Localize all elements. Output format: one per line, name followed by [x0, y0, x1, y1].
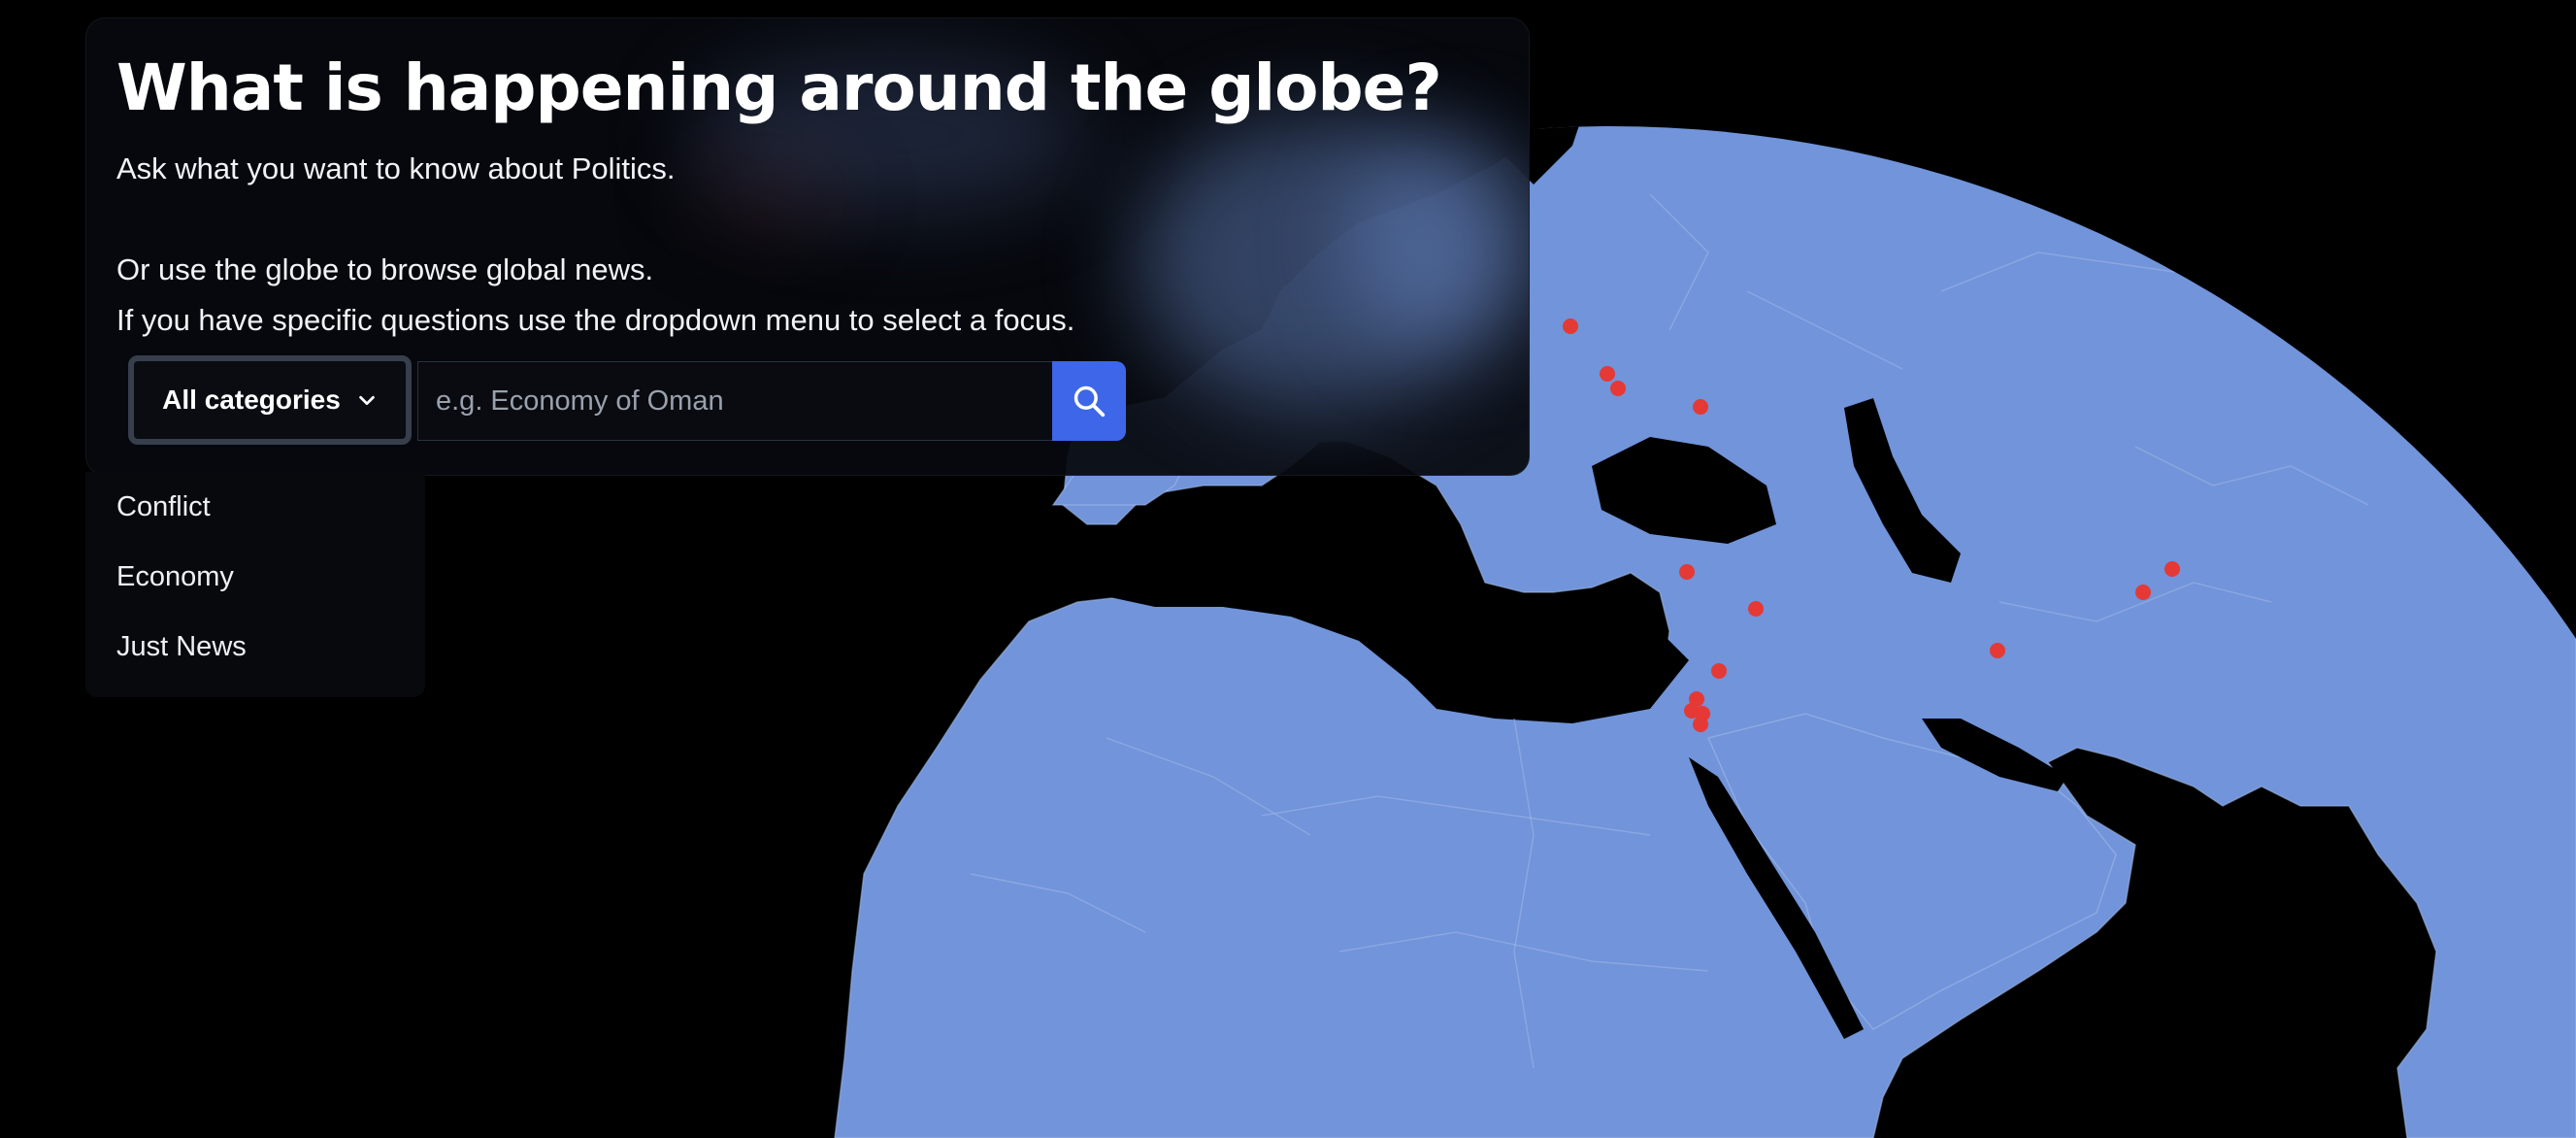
panel-glow: [1135, 116, 1503, 407]
news-marker[interactable]: [1693, 399, 1708, 415]
news-marker[interactable]: [1711, 663, 1727, 679]
search-icon: [1073, 385, 1106, 418]
panel-glow: [1348, 135, 1529, 349]
news-marker[interactable]: [1748, 601, 1764, 617]
category-label: All categories: [162, 385, 341, 415]
dropdown-option-just-news[interactable]: Just News: [116, 631, 247, 663]
category-dropdown-button[interactable]: All categories: [128, 355, 412, 445]
dropdown-hint: If you have specific questions use the d…: [116, 303, 1075, 337]
category-dropdown-menu: Conflict Economy Just News: [85, 472, 425, 697]
news-marker[interactable]: [2164, 561, 2180, 577]
news-marker[interactable]: [1600, 366, 1615, 382]
dropdown-option-economy[interactable]: Economy: [116, 561, 234, 593]
chevron-down-icon: [359, 395, 375, 406]
panel-glow: [688, 164, 843, 232]
news-marker[interactable]: [1693, 717, 1708, 732]
white-sea: [1708, 0, 1825, 58]
dropdown-option-conflict[interactable]: Conflict: [116, 491, 211, 523]
search-button[interactable]: [1052, 361, 1126, 441]
news-marker[interactable]: [1610, 381, 1626, 396]
news-marker[interactable]: [1679, 564, 1695, 580]
news-marker[interactable]: [2135, 585, 2151, 600]
news-marker[interactable]: [1985, 31, 2000, 47]
news-marker[interactable]: [1563, 318, 1578, 334]
page-title: What is happening around the globe?: [116, 50, 1442, 125]
subtitle: Ask what you want to know about Politics…: [116, 151, 676, 185]
search-input[interactable]: [417, 361, 1052, 441]
browse-hint: Or use the globe to browse global news.: [116, 252, 654, 286]
news-marker[interactable]: [1990, 643, 2005, 658]
